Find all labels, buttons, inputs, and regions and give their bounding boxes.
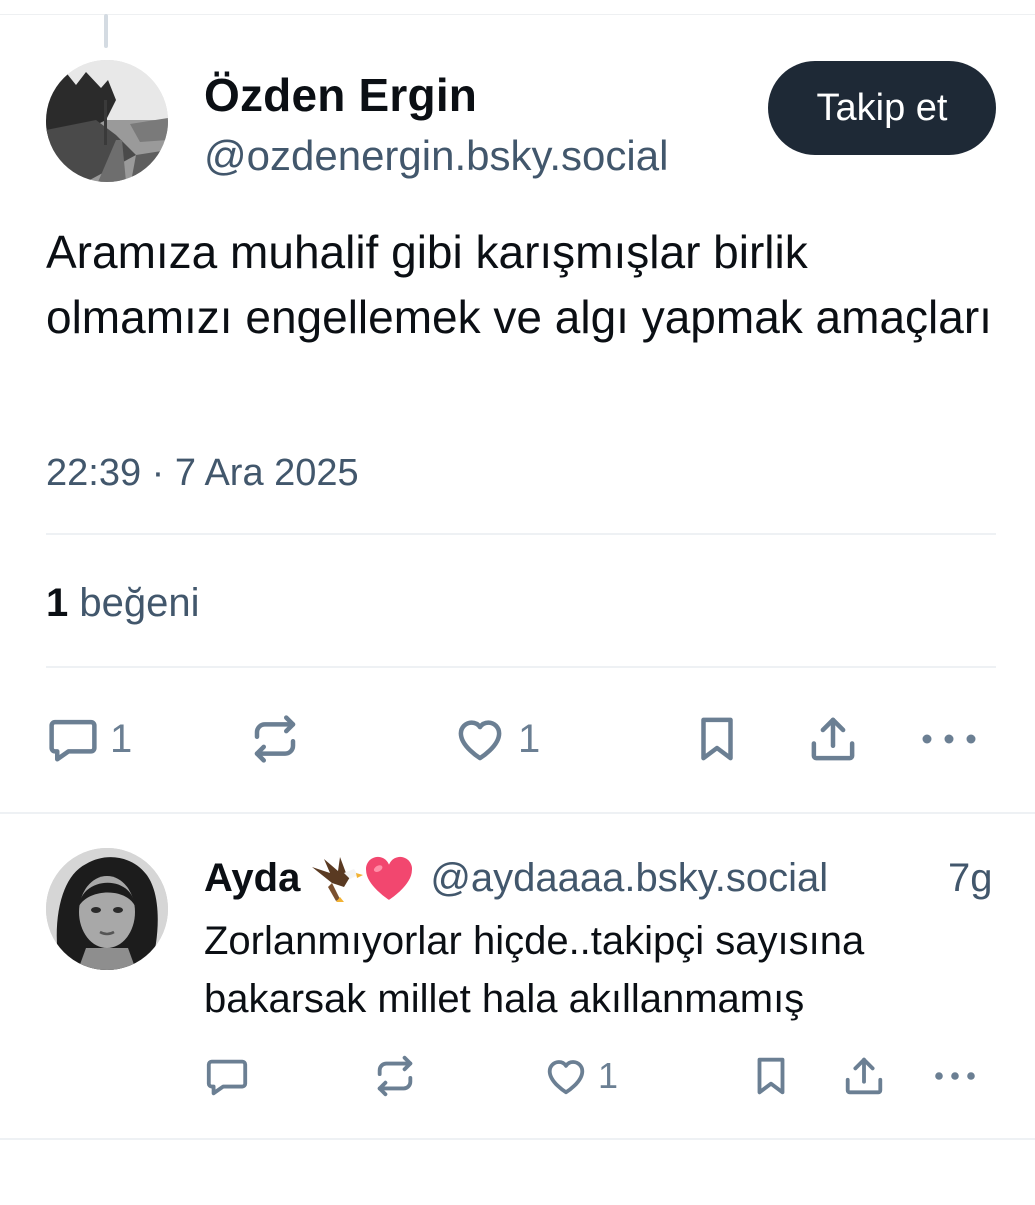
reply-header: Ayda @aydaaaa.bsky.social <box>204 850 1004 906</box>
ellipsis-icon <box>932 1053 978 1099</box>
likes-summary[interactable]: 1 beğeni <box>46 581 200 626</box>
author-name[interactable]: Özden Ergin <box>204 68 477 122</box>
repost-button[interactable] <box>248 712 302 766</box>
more-options-button[interactable] <box>918 712 980 766</box>
like-count: 1 <box>518 716 541 761</box>
share-button[interactable] <box>806 712 860 766</box>
reply-author-handle[interactable]: @aydaaaa.bsky.social <box>430 856 828 901</box>
heart-icon <box>542 1053 590 1099</box>
reply-author-name[interactable]: Ayda <box>204 856 300 901</box>
ellipsis-icon <box>918 712 980 766</box>
divider <box>46 666 996 668</box>
follow-button[interactable]: Takip et <box>768 61 996 155</box>
bookmark-icon <box>748 1053 794 1099</box>
author-handle[interactable]: @ozdenergin.bsky.social <box>204 132 668 180</box>
top-divider <box>0 14 1035 15</box>
reply-button[interactable]: 1 <box>46 712 132 766</box>
reply-bookmark-button[interactable] <box>748 1053 794 1099</box>
section-divider <box>0 812 1035 814</box>
likes-label: beğeni <box>79 581 200 625</box>
like-button[interactable]: 1 <box>452 712 540 766</box>
bottom-divider <box>0 1138 1035 1140</box>
share-upload-icon <box>806 712 860 766</box>
share-upload-icon <box>841 1053 887 1099</box>
post-text: Aramıza muhalif gibi karışmışlar birlik … <box>46 226 992 343</box>
reply-age[interactable]: 7g <box>948 850 993 906</box>
thread-connector-line <box>104 14 108 48</box>
reply-name-emoji <box>310 853 414 903</box>
reply-share-button[interactable] <box>841 1053 887 1099</box>
likes-number: 1 <box>46 581 69 625</box>
divider <box>46 533 996 535</box>
reply-author-avatar[interactable] <box>46 848 168 970</box>
author-avatar[interactable] <box>46 60 168 182</box>
bookmark-button[interactable] <box>690 712 744 766</box>
reply-text: Zorlanmıyorlar hiçde..takipçi sayısına b… <box>204 919 865 1021</box>
speech-bubble-icon <box>46 712 100 766</box>
repost-arrows-icon <box>372 1053 418 1099</box>
heart-icon <box>452 712 508 766</box>
repost-arrows-icon <box>248 712 302 766</box>
post-timestamp[interactable]: 22:39 · 7 Ara 2025 <box>46 452 359 495</box>
reply-count: 1 <box>110 716 133 761</box>
reply-reply-button[interactable] <box>204 1053 250 1099</box>
reply-repost-button[interactable] <box>372 1053 418 1099</box>
reply-like-button[interactable]: 1 <box>542 1053 618 1099</box>
bookmark-icon <box>690 712 744 766</box>
heart-emoji-icon <box>366 856 413 900</box>
thread-page: Özden Ergin @ozdenergin.bsky.social Taki… <box>0 0 1035 1205</box>
reply-more-options-button[interactable] <box>932 1053 978 1099</box>
speech-bubble-icon <box>204 1053 250 1099</box>
reply-like-count: 1 <box>598 1055 619 1096</box>
eagle-emoji-icon <box>312 857 364 902</box>
